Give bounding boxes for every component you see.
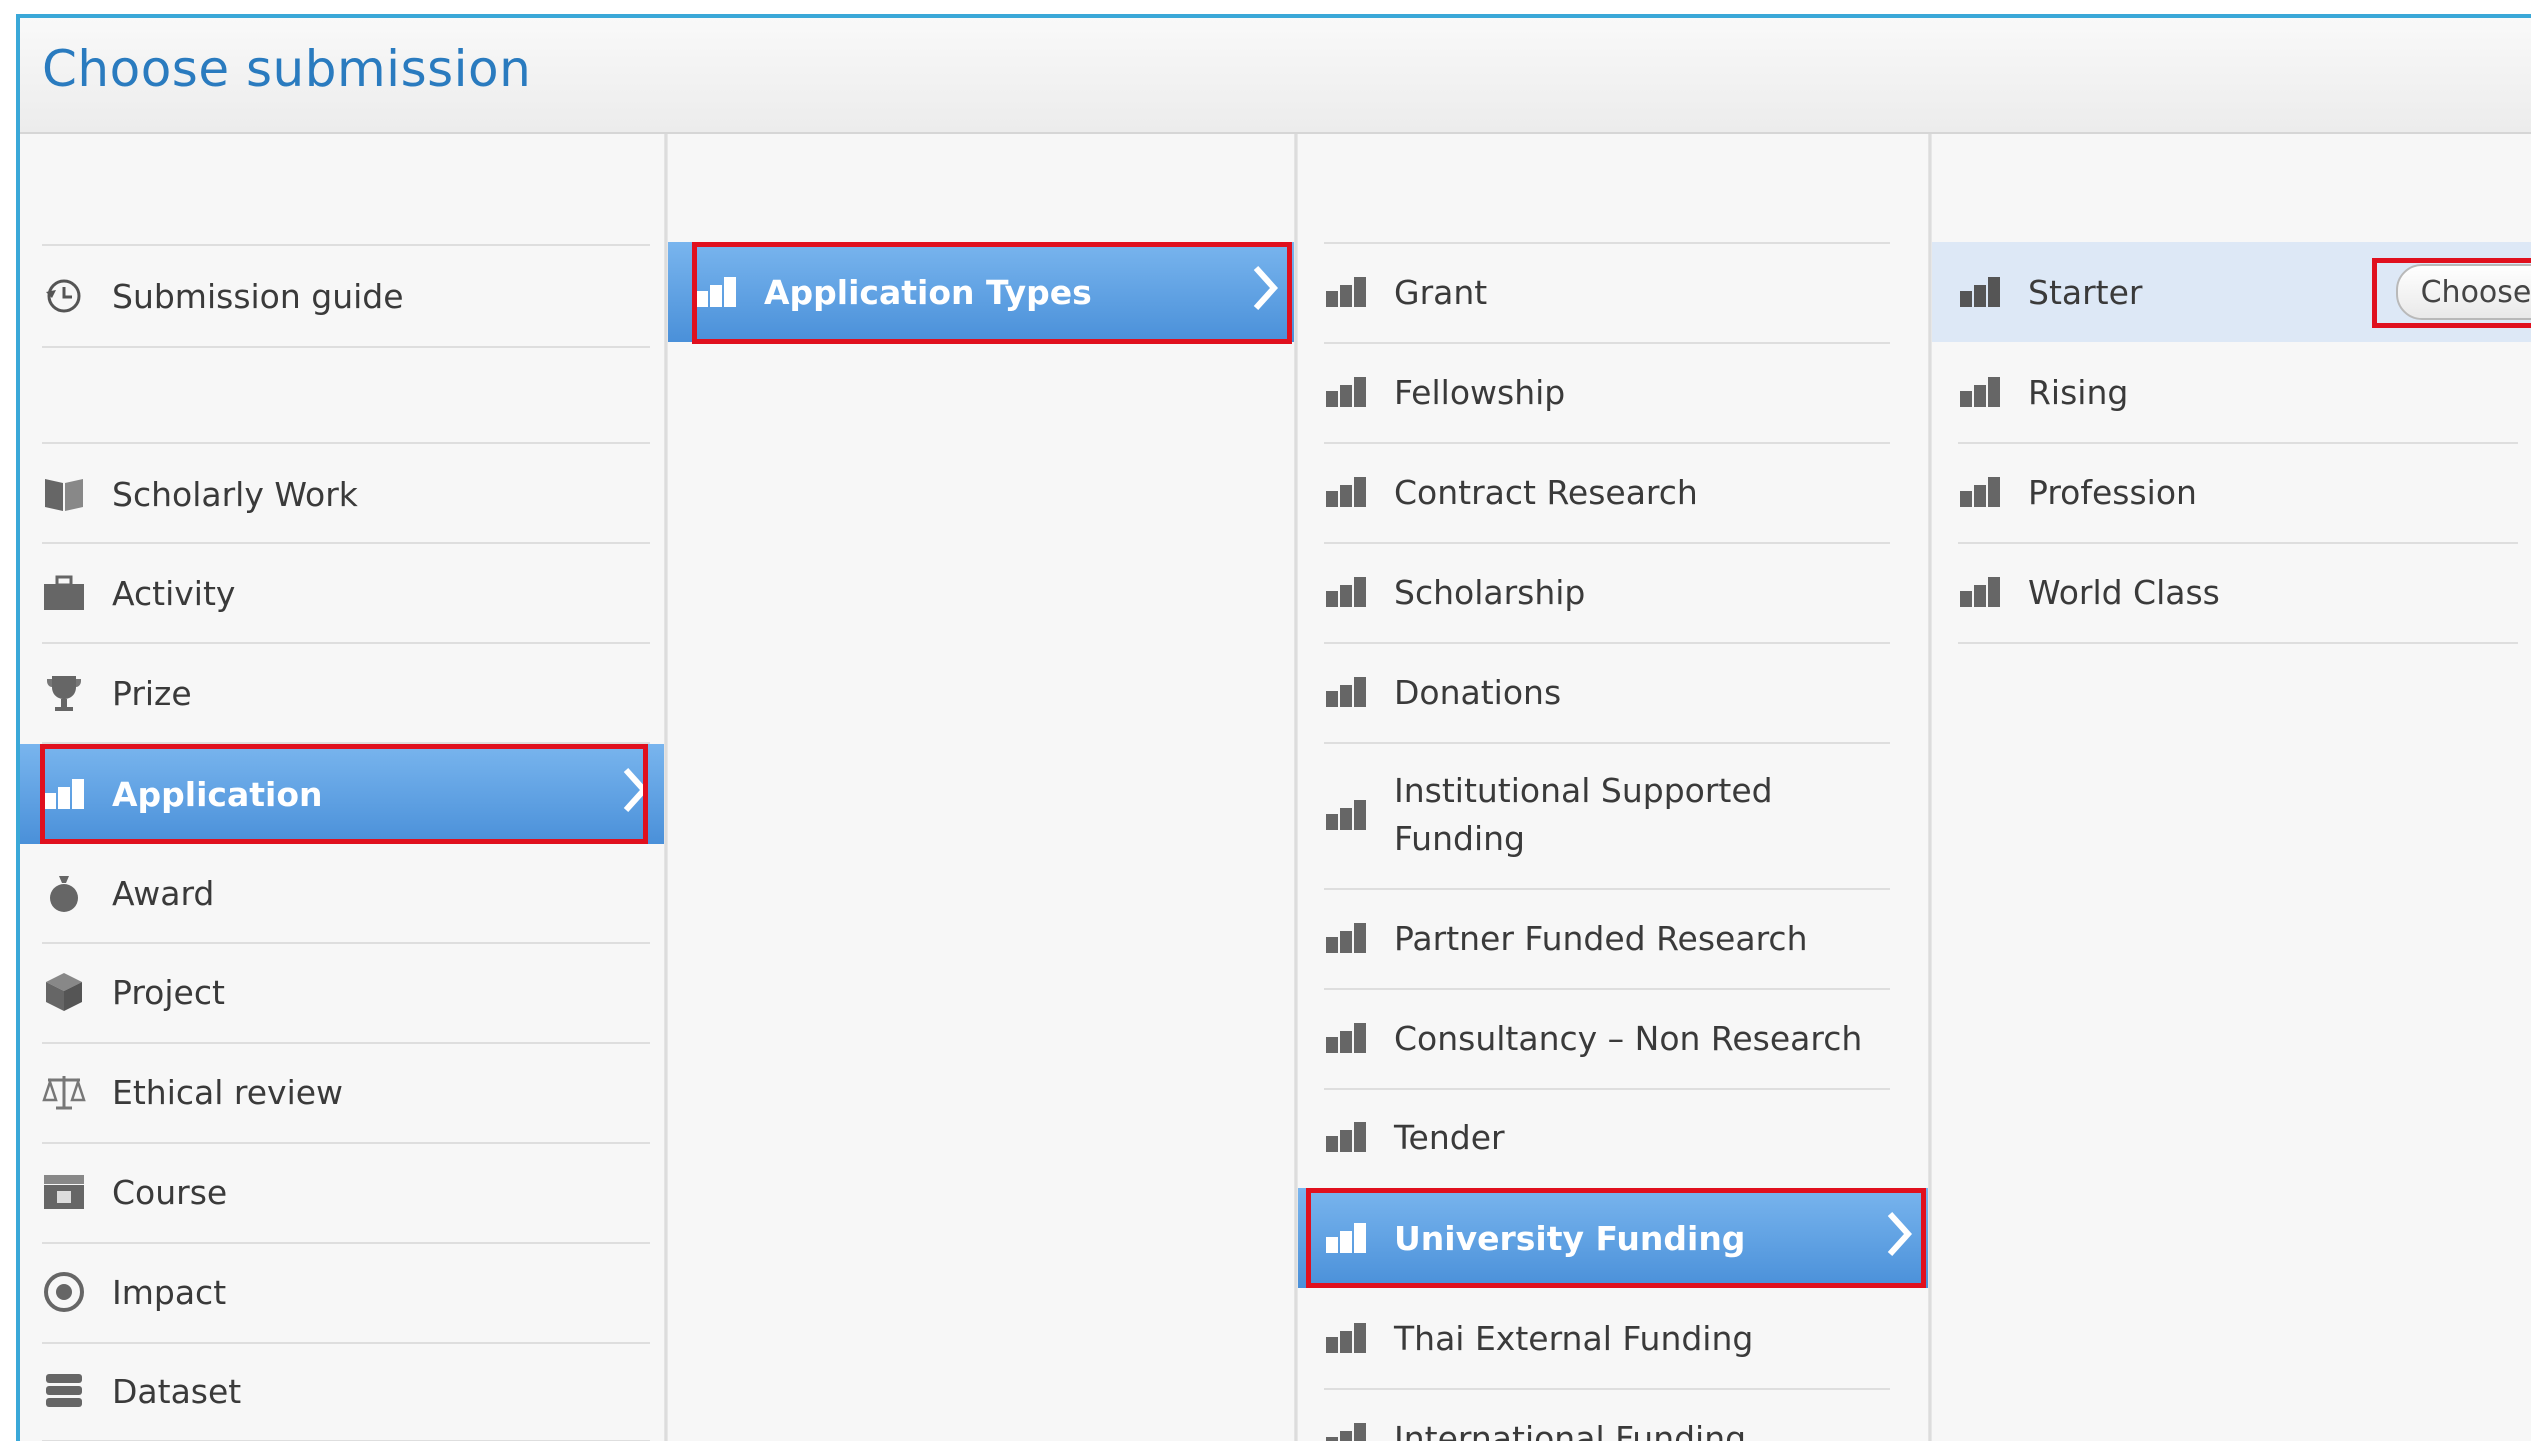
type-item-tender[interactable]: Tender xyxy=(1324,1087,1890,1187)
level-item-rising[interactable]: Rising xyxy=(1958,342,2518,442)
type-item-institutional-supported-funding[interactable]: Institutional Supported Funding xyxy=(1324,742,1890,888)
category-column: Submission guide Scholarly Work Activity… xyxy=(20,134,664,1441)
history-icon xyxy=(42,274,86,318)
type-item-label: Consultancy – Non Research xyxy=(1394,1018,1863,1058)
category-item-label: Prize xyxy=(112,673,192,713)
type-item-grant[interactable]: Grant xyxy=(1324,242,1890,342)
level-item-label: Starter xyxy=(2028,272,2143,312)
chevron-right-icon xyxy=(622,766,649,822)
category-item-label: Dataset xyxy=(112,1371,242,1411)
category-item-ethical-review[interactable]: Ethical review xyxy=(42,1042,650,1142)
category-item-award[interactable]: Award xyxy=(42,843,650,943)
chart-bars-icon xyxy=(1324,570,1368,614)
divider xyxy=(42,346,650,348)
type-column: Grant Fellowship Contract Research Schol… xyxy=(1298,134,1928,1441)
category-item-label: Scholarly Work xyxy=(112,474,358,514)
category-item-project[interactable]: Project xyxy=(42,942,650,1042)
category-item-submission-guide[interactable]: Submission guide xyxy=(42,246,650,346)
chart-bars-icon xyxy=(1324,370,1368,414)
chart-bars-icon xyxy=(1958,270,2002,314)
type-item-label: Fellowship xyxy=(1394,372,1566,412)
type-item-label: Partner Funded Research xyxy=(1394,918,1808,958)
chart-bars-icon xyxy=(1324,793,1368,837)
level-column: Starter Choose Rising Profession World C… xyxy=(1932,134,2531,1441)
category-item-label: Activity xyxy=(112,573,236,613)
dialog-header: Choose submission xyxy=(20,18,2531,134)
chart-bars-icon xyxy=(42,772,86,816)
database-icon xyxy=(42,1369,86,1413)
chart-bars-icon xyxy=(1324,1115,1368,1159)
target-icon xyxy=(42,1270,86,1314)
divider xyxy=(1958,642,2518,644)
choose-button[interactable]: Choose xyxy=(2396,264,2531,320)
category-item-activity[interactable]: Activity xyxy=(42,543,650,643)
subcategory-item-application-types[interactable]: Application Types xyxy=(668,242,1294,342)
type-item-label: Contract Research xyxy=(1394,472,1698,512)
level-item-label: Rising xyxy=(2028,372,2129,412)
chart-bars-icon xyxy=(1958,370,2002,414)
type-item-label: University Funding xyxy=(1394,1218,1746,1258)
briefcase-icon xyxy=(42,571,86,615)
chart-bars-icon xyxy=(1324,1416,1368,1441)
subcategory-column: Application Types xyxy=(668,134,1294,1441)
chart-bars-icon xyxy=(1324,1216,1368,1260)
category-item-label: Ethical review xyxy=(112,1072,344,1112)
category-item-scholarly-work[interactable]: Scholarly Work xyxy=(42,444,650,544)
type-item-contract-research[interactable]: Contract Research xyxy=(1324,442,1890,542)
type-item-scholarship[interactable]: Scholarship xyxy=(1324,542,1890,642)
type-item-label: Donations xyxy=(1394,672,1562,712)
level-item-label: World Class xyxy=(2028,572,2220,612)
clapperboard-icon xyxy=(42,1170,86,1214)
category-item-impact[interactable]: Impact xyxy=(42,1242,650,1342)
category-item-dataset[interactable]: Dataset xyxy=(42,1341,650,1441)
type-item-university-funding[interactable]: University Funding xyxy=(1298,1188,1928,1288)
chart-bars-icon xyxy=(1324,1316,1368,1360)
chart-bars-icon xyxy=(1958,470,2002,514)
cube-icon xyxy=(42,970,86,1014)
type-item-label: Scholarship xyxy=(1394,572,1586,612)
category-item-label: Application xyxy=(112,774,323,814)
level-item-world-class[interactable]: World Class xyxy=(1958,542,2518,642)
subcategory-item-label: Application Types xyxy=(764,272,1092,312)
category-item-label: Course xyxy=(112,1172,228,1212)
chart-bars-icon xyxy=(1324,270,1368,314)
category-item-label: Submission guide xyxy=(112,276,404,316)
chevron-right-icon xyxy=(1252,264,1279,320)
chart-bars-icon xyxy=(1324,916,1368,960)
trophy-icon xyxy=(42,671,86,715)
type-item-fellowship[interactable]: Fellowship xyxy=(1324,342,1890,442)
chart-bars-icon xyxy=(694,270,738,314)
category-item-application[interactable]: Application xyxy=(20,744,664,844)
dialog-title: Choose submission xyxy=(42,40,532,98)
category-item-label: Impact xyxy=(112,1272,227,1312)
type-item-label: International Funding xyxy=(1394,1418,1747,1441)
type-item-label: Tender xyxy=(1394,1117,1505,1157)
chart-bars-icon xyxy=(1324,1016,1368,1060)
type-item-international-funding[interactable]: International Funding xyxy=(1324,1388,1890,1441)
chevron-right-icon xyxy=(1886,1210,1913,1266)
scales-icon xyxy=(42,1070,86,1114)
level-item-profession[interactable]: Profession xyxy=(1958,442,2518,542)
type-item-thai-external-funding[interactable]: Thai External Funding xyxy=(1324,1288,1890,1388)
type-item-donations[interactable]: Donations xyxy=(1324,642,1890,742)
type-item-label: Institutional Supported Funding xyxy=(1394,771,1773,858)
type-item-label: Thai External Funding xyxy=(1394,1318,1754,1358)
type-item-partner-funded-research[interactable]: Partner Funded Research xyxy=(1324,888,1890,988)
category-item-course[interactable]: Course xyxy=(42,1142,650,1242)
category-item-label: Award xyxy=(112,873,215,913)
chart-bars-icon xyxy=(1324,670,1368,714)
book-icon xyxy=(42,472,86,516)
type-item-consultancy-non-research[interactable]: Consultancy – Non Research xyxy=(1324,988,1890,1088)
choose-submission-dialog: Choose submission Submission guide Schol… xyxy=(16,14,2531,1441)
type-item-label: Grant xyxy=(1394,272,1488,312)
level-item-label: Profession xyxy=(2028,472,2197,512)
category-item-label: Project xyxy=(112,972,225,1012)
money-bag-icon xyxy=(42,871,86,915)
category-item-prize[interactable]: Prize xyxy=(42,643,650,743)
chart-bars-icon xyxy=(1324,470,1368,514)
chart-bars-icon xyxy=(1958,570,2002,614)
